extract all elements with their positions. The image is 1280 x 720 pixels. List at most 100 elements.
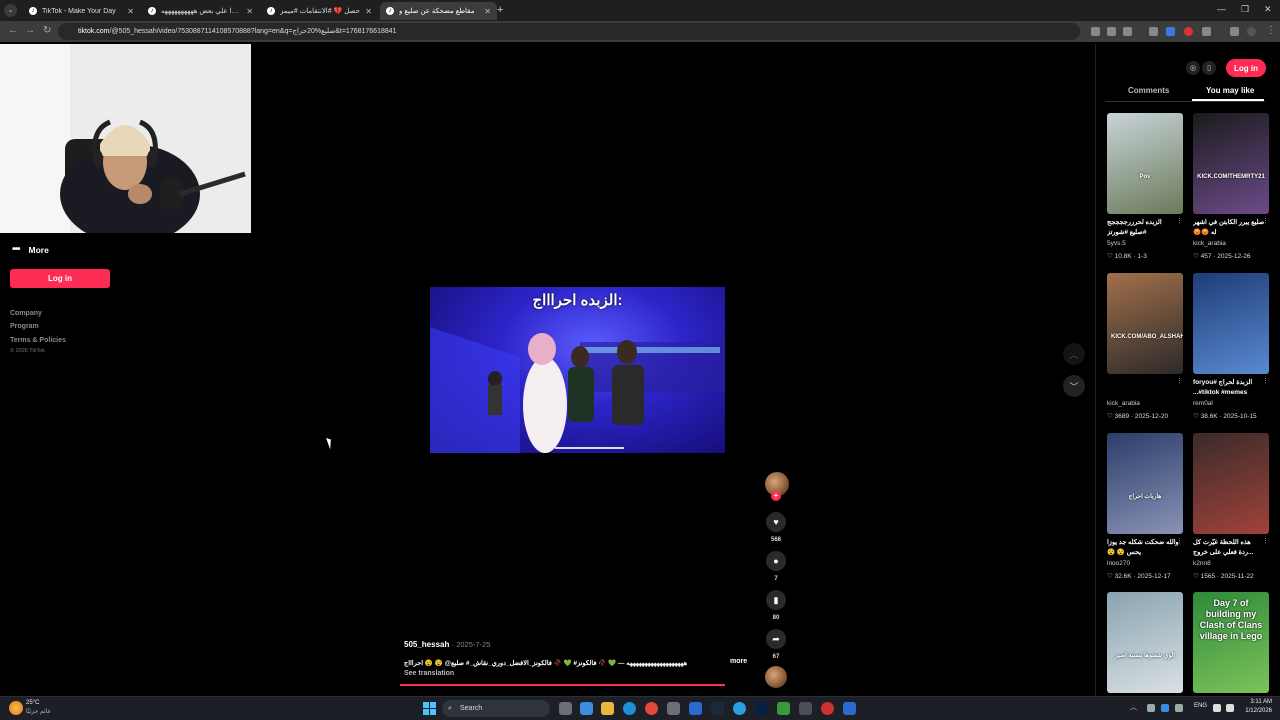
chrome-icon[interactable] [645, 702, 658, 715]
input-language[interactable]: ENG [1194, 703, 1207, 709]
translate-icon[interactable] [1107, 27, 1116, 36]
card-username[interactable]: rem0al [1193, 400, 1213, 407]
like-button[interactable]: ♥ [766, 512, 786, 532]
profile-avatar-icon[interactable] [1247, 27, 1256, 36]
footer-link-company[interactable]: Company [10, 310, 42, 317]
card-username[interactable]: 5yvs.5 [1107, 240, 1126, 247]
app-icon[interactable] [799, 702, 812, 715]
tray-app-icon[interactable] [1147, 704, 1155, 712]
header-login-button[interactable]: Log in [1226, 59, 1266, 77]
close-tab-icon[interactable]: ✕ [246, 7, 253, 16]
author-username[interactable]: 505_hessah [404, 640, 449, 649]
restore-icon[interactable]: ❐ [1241, 4, 1249, 15]
card-menu-icon[interactable]: ⋮ [1262, 377, 1269, 385]
minimize-icon[interactable]: — [1217, 4, 1226, 14]
video-thumbnail[interactable]: Day 7 of building my Clash of Clans vill… [1193, 592, 1269, 693]
bookmark-star-icon[interactable] [1123, 27, 1132, 36]
compass-icon[interactable]: ◎ [1186, 61, 1200, 75]
card-username[interactable]: kick_arabia [1193, 240, 1226, 247]
card-username[interactable]: k2nn8 [1193, 560, 1211, 567]
next-video-button[interactable]: ﹀ [1063, 375, 1085, 397]
tab-you-may-like[interactable]: You may like [1206, 86, 1254, 95]
tab-search-button[interactable]: ⌄ [4, 4, 17, 17]
tray-app-icon[interactable] [1175, 704, 1183, 712]
video-thumbnail[interactable]: الوي شفتوها بنسبه اصير [1107, 592, 1183, 693]
install-app-icon[interactable] [1091, 27, 1100, 36]
tray-overflow-icon[interactable]: ︿ [1130, 702, 1138, 711]
browser-tab[interactable]: ♪ TikTok - Make Your Day ✕ [23, 2, 140, 20]
xbox-icon[interactable] [777, 702, 790, 715]
tab-comments[interactable]: Comments [1128, 86, 1169, 95]
video-thumbnail[interactable] [1193, 273, 1269, 374]
card-title[interactable]: الزبده لحرررججججج #صليع #شورتز [1107, 218, 1179, 238]
card-menu-icon[interactable]: ⋮ [1176, 217, 1183, 225]
previous-video-button[interactable]: ︿ [1063, 343, 1085, 365]
weather-icon[interactable] [9, 701, 23, 715]
clock-date[interactable]: 1/12/2026 [1238, 708, 1272, 714]
card-menu-icon[interactable]: ⋮ [1262, 217, 1269, 225]
card-menu-icon[interactable]: ⋮ [1262, 537, 1269, 545]
card-username[interactable]: lnoo270 [1107, 560, 1130, 567]
task-view-icon[interactable] [559, 702, 572, 715]
edge-icon[interactable] [623, 702, 636, 715]
tray-app-icon[interactable] [1161, 704, 1169, 712]
widgets-icon[interactable] [580, 702, 593, 715]
description-more-button[interactable]: more [730, 658, 747, 665]
extension-icon[interactable] [1149, 27, 1158, 36]
card-title[interactable]: الزبدة لحراج #foryou #tiktok #memes... [1193, 378, 1265, 398]
extension-icon[interactable] [1166, 27, 1175, 36]
video-thumbnail[interactable]: هاربات احراج [1107, 433, 1183, 534]
comment-button[interactable]: ● [766, 551, 786, 571]
card-title[interactable]: صليع يبرر الكابتن في اشهر له 😡😡 [1193, 218, 1265, 238]
vpn-icon[interactable] [843, 702, 856, 715]
photoshop-icon[interactable] [755, 702, 768, 715]
forward-icon[interactable]: → [25, 25, 35, 36]
footer-link-program[interactable]: Program [10, 323, 39, 330]
close-window-icon[interactable]: ✕ [1264, 4, 1272, 15]
video-thumbnail[interactable]: KICK.COM/ABO_ALSHAHAB [1107, 273, 1183, 374]
music-disc-avatar[interactable] [765, 666, 787, 688]
close-tab-icon[interactable]: ✕ [127, 7, 134, 16]
browser-tab[interactable]: ♪ قلبوا علي بعض ههههههههههه ✕ [142, 2, 259, 20]
more-menu-item[interactable]: ••• More [12, 244, 49, 255]
menu-dots-icon[interactable]: ⋮ [1266, 25, 1276, 36]
card-title[interactable]: هذه اللحظة غيّرت كل ...ردة فعلي على خروج [1193, 538, 1265, 558]
footer-link-terms[interactable]: Terms & Policies [10, 337, 66, 344]
taskbar-search[interactable]: ⌕ Search [442, 700, 550, 717]
card-title[interactable]: والله ضحكت شكله جد يوزا يحس 😵 😵 [1107, 538, 1179, 558]
save-button[interactable]: ▮ [766, 590, 786, 610]
card-menu-icon[interactable]: ⋮ [1176, 537, 1183, 545]
store-icon[interactable] [667, 702, 680, 715]
video-thumbnail[interactable]: KICK.COM/THEMRTY21 [1193, 113, 1269, 214]
video-thumbnail[interactable]: Pov [1107, 113, 1183, 214]
file-explorer-icon[interactable] [601, 702, 614, 715]
follow-plus-icon[interactable]: + [771, 491, 781, 501]
network-icon[interactable] [1213, 704, 1221, 712]
outlook-icon[interactable] [689, 702, 702, 715]
post-progress-bar[interactable] [400, 684, 725, 686]
video-thumbnail[interactable] [1193, 433, 1269, 534]
see-translation-link[interactable]: See translation [404, 670, 454, 677]
sidebar-icon[interactable] [1230, 27, 1239, 36]
card-username[interactable]: kick_arabia [1107, 400, 1140, 407]
close-tab-icon[interactable]: ✕ [365, 7, 372, 16]
browser-tab-active[interactable]: ♪ مقاطع مضحكة عن صليع و ✕ [380, 2, 497, 20]
clock-time[interactable]: 3:11 AM [1238, 699, 1272, 705]
new-tab-button[interactable]: + [497, 4, 503, 16]
close-tab-icon[interactable]: ✕ [484, 7, 491, 16]
steam-icon[interactable] [711, 702, 724, 715]
video-player[interactable]: الزبده احراااج: [430, 287, 725, 453]
video-progress-bar[interactable] [555, 447, 624, 449]
app-icon[interactable] [821, 702, 834, 715]
extensions-puzzle-icon[interactable] [1202, 27, 1211, 36]
telegram-icon[interactable] [733, 702, 746, 715]
back-icon[interactable]: ← [8, 25, 18, 36]
phone-icon[interactable]: ▯ [1202, 61, 1216, 75]
start-button[interactable] [423, 702, 436, 715]
address-bar[interactable]: tiktok.com/@505_hessah/video/75308871141… [58, 23, 1080, 40]
extension-icon[interactable] [1184, 27, 1193, 36]
volume-icon[interactable] [1226, 704, 1234, 712]
browser-tab[interactable]: ♪ حصل 💔 #الانتقامات #ميمز ✕ [261, 2, 378, 20]
login-button[interactable]: Log in [10, 269, 110, 288]
share-button[interactable]: ➦ [766, 629, 786, 649]
